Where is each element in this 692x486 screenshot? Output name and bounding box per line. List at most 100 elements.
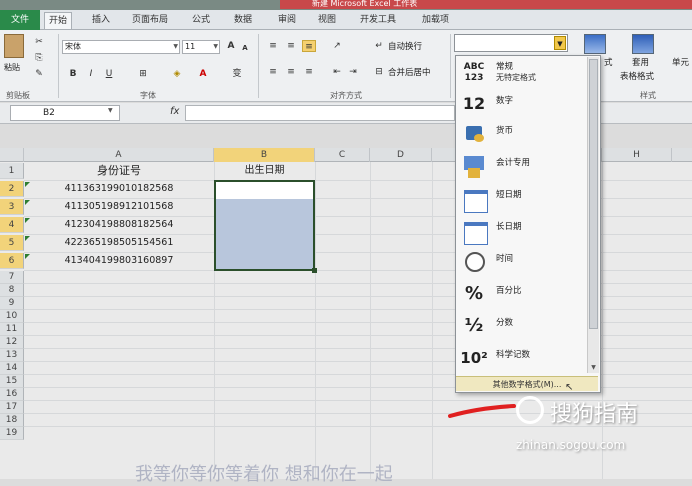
font-size-combo[interactable]: 11 ▼ — [182, 40, 220, 54]
column-header-a[interactable]: A — [24, 148, 214, 162]
format-painter-icon[interactable]: ✎ — [32, 68, 46, 80]
orientation-icon[interactable]: ↗ — [330, 40, 344, 52]
format-item-percent[interactable]: % 百分比 — [456, 278, 588, 310]
align-right-icon[interactable]: ≡ — [302, 66, 316, 78]
chevron-down-icon[interactable]: ▼ — [554, 36, 566, 50]
row-header[interactable]: 13 — [0, 349, 24, 362]
cell-a1[interactable]: 身份证号 — [24, 163, 214, 179]
row-header[interactable]: 1 — [0, 163, 24, 179]
tab-insert[interactable]: 插入 — [88, 12, 114, 29]
format-item-number[interactable]: 12 数字 — [456, 88, 588, 120]
fill-color-icon[interactable]: ◈ — [170, 68, 184, 80]
cell-a3[interactable]: 411305198912101568 — [24, 199, 214, 215]
merge-center-icon[interactable]: ⊟ — [372, 66, 386, 78]
fill-handle[interactable] — [312, 268, 317, 273]
selected-range-b2-b6[interactable] — [214, 180, 317, 273]
format-item-long-date[interactable]: 长日期 — [456, 214, 588, 246]
tab-review[interactable]: 审阅 — [274, 12, 300, 29]
row-header[interactable]: 6 — [0, 253, 24, 269]
font-color-icon[interactable]: A — [196, 68, 210, 80]
format-item-scientific[interactable]: 10² 科学记数 — [456, 342, 588, 374]
tab-formulas[interactable]: 公式 — [188, 12, 214, 29]
scroll-down-icon[interactable]: ▼ — [588, 363, 599, 373]
copy-icon[interactable]: ⎘ — [32, 52, 46, 64]
grow-font-icon[interactable]: A — [224, 40, 238, 52]
merge-center-button[interactable]: 合并后居中 — [388, 66, 431, 78]
active-cell-b2[interactable] — [216, 182, 313, 199]
row-header[interactable]: 8 — [0, 284, 24, 297]
shrink-font-icon[interactable]: A — [238, 42, 252, 54]
format-as-table-label[interactable]: 套用 — [632, 56, 649, 68]
cell-a6[interactable]: 413404199803160897 — [24, 253, 214, 269]
format-item-fraction[interactable]: ½ 分数 — [456, 310, 588, 342]
column-header-c[interactable]: C — [315, 148, 370, 162]
chevron-down-icon[interactable]: ▼ — [108, 107, 113, 114]
format-as-table-icon[interactable] — [632, 34, 654, 54]
align-middle-icon[interactable]: ≡ — [284, 40, 298, 52]
cell-b1[interactable]: 出生日期 — [214, 163, 315, 179]
format-item-time[interactable]: 时间 — [456, 246, 588, 278]
row-header[interactable]: 14 — [0, 362, 24, 375]
format-item-general[interactable]: ABC 123 常规 无特定格式 — [456, 58, 588, 90]
tab-view[interactable]: 视图 — [314, 12, 340, 29]
align-left-icon[interactable]: ≡ — [266, 66, 280, 78]
row-header[interactable]: 18 — [0, 414, 24, 427]
number-format-combo[interactable]: ▼ — [454, 34, 568, 52]
bold-icon[interactable]: B — [66, 68, 80, 80]
align-bottom-icon[interactable]: ≡ — [302, 40, 316, 52]
scroll-thumb[interactable] — [589, 59, 598, 329]
align-center-icon[interactable]: ≡ — [284, 66, 298, 78]
row-header[interactable]: 5 — [0, 235, 24, 251]
cut-icon[interactable]: ✂ — [32, 36, 46, 48]
function-icon[interactable]: fx — [170, 106, 179, 117]
tab-data[interactable]: 数据 — [230, 12, 256, 29]
row-header[interactable]: 11 — [0, 323, 24, 336]
tab-page-layout[interactable]: 页面布局 — [128, 12, 172, 29]
row-header[interactable]: 3 — [0, 199, 24, 215]
format-as-table-label-2[interactable]: 表格格式 — [620, 70, 654, 82]
cell-styles-partial-label[interactable]: 单元 — [672, 56, 689, 68]
italic-icon[interactable]: I — [84, 68, 98, 80]
increase-indent-icon[interactable]: ⇥ — [346, 66, 360, 78]
conditional-format-icon[interactable] — [584, 34, 606, 54]
formula-input[interactable] — [185, 105, 455, 121]
paste-icon[interactable] — [4, 34, 24, 58]
column-header-b[interactable]: B — [214, 148, 315, 162]
column-header-d[interactable]: D — [370, 148, 432, 162]
tab-home[interactable]: 开始 — [44, 12, 73, 29]
cell-a2[interactable]: 411363199010182568 — [24, 181, 214, 197]
row-header[interactable]: 12 — [0, 336, 24, 349]
format-item-currency[interactable]: 货币 — [456, 118, 588, 150]
tab-developer[interactable]: 开发工具 — [356, 12, 400, 29]
more-number-formats-button[interactable]: 其他数字格式(M)... — [456, 376, 598, 391]
font-name-combo[interactable]: 宋体 ▼ — [62, 40, 180, 54]
tab-file[interactable]: 文件 — [0, 10, 40, 30]
format-item-accounting[interactable]: 会计专用 — [456, 150, 588, 182]
phonetic-icon[interactable]: 变 — [230, 68, 244, 80]
row-header[interactable]: 17 — [0, 401, 24, 414]
cell-a4[interactable]: 412304198808182564 — [24, 217, 214, 233]
decrease-indent-icon[interactable]: ⇤ — [330, 66, 344, 78]
wrap-text-button[interactable]: 自动换行 — [388, 40, 422, 52]
row-header[interactable]: 16 — [0, 388, 24, 401]
row-header[interactable]: 19 — [0, 427, 24, 440]
row-header[interactable]: 7 — [0, 271, 24, 284]
row-header[interactable]: 15 — [0, 375, 24, 388]
row-header[interactable]: 4 — [0, 217, 24, 233]
row-header[interactable]: 10 — [0, 310, 24, 323]
align-top-icon[interactable]: ≡ — [266, 40, 280, 52]
paste-button-label[interactable]: 粘贴 — [4, 62, 20, 73]
border-icon[interactable]: ⊞ — [136, 68, 150, 80]
conditional-format-partial-label[interactable]: 式 — [604, 56, 613, 68]
name-box[interactable]: B2 — [10, 105, 120, 121]
format-item-short-date[interactable]: 短日期 — [456, 182, 588, 214]
dropdown-scrollbar[interactable]: ▼ — [587, 57, 599, 373]
row-header[interactable]: 9 — [0, 297, 24, 310]
tab-addins[interactable]: 加载项 — [418, 12, 453, 29]
select-all-corner[interactable] — [0, 148, 24, 162]
wrap-text-icon[interactable]: ↵ — [372, 40, 386, 52]
cell-a5[interactable]: 422365198505154561 — [24, 235, 214, 251]
underline-icon[interactable]: U — [102, 68, 116, 80]
column-header-h[interactable]: H — [602, 148, 672, 162]
row-header[interactable]: 2 — [0, 181, 24, 197]
